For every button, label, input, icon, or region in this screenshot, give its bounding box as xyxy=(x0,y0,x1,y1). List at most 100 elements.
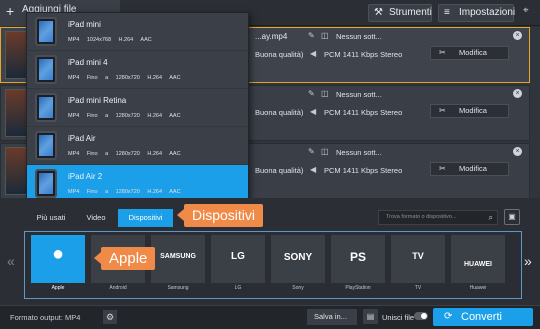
merge-toggle[interactable] xyxy=(414,312,428,320)
audio-select[interactable]: PCM 1411 Kbps Stereo xyxy=(324,108,402,117)
device-label: LG xyxy=(234,285,242,291)
tab-video[interactable]: Video xyxy=(76,209,116,227)
device-label: Sony xyxy=(292,285,304,291)
dropdown-item[interactable]: iPad mini MP4 1024x768 H.264 AAC xyxy=(27,13,248,51)
tab-popular[interactable]: Più usati xyxy=(26,209,76,227)
apple-callout: Apple xyxy=(93,247,156,270)
tab-devices[interactable]: Dispositivi xyxy=(118,209,173,227)
pencil-icon[interactable]: ✎ xyxy=(308,31,315,40)
tv-logo: TV xyxy=(412,251,424,261)
model-spec: MP4 1024x768 H.264 AAC xyxy=(68,37,152,43)
pencil-icon[interactable]: ✎ xyxy=(308,147,315,156)
video-thumbnail xyxy=(5,31,27,79)
menu-icon: ≡ xyxy=(444,7,450,18)
quality-select[interactable]: Buona qualità) xyxy=(255,50,303,59)
device-lg[interactable]: LG xyxy=(211,235,265,283)
model-spec: MP4 Fino a 1280x720 H.264 AAC xyxy=(68,75,181,81)
device-playstation[interactable]: PS xyxy=(331,235,385,283)
scissors-icon: ✂ xyxy=(439,164,446,173)
model-name: iPad Air xyxy=(68,134,96,143)
device-sony[interactable]: SONY xyxy=(271,235,325,283)
model-spec: MP4 Fino a 1280x720 H.264 AAC xyxy=(68,189,181,195)
playstation-logo: PS xyxy=(349,250,366,264)
tablet-icon xyxy=(35,55,57,84)
convert-button[interactable]: ⟳ Converti xyxy=(433,308,533,326)
lg-logo: LG xyxy=(231,251,245,262)
save-location-select[interactable]: Salva in... xyxy=(307,309,357,325)
dropdown-item[interactable]: iPad Air MP4 Fino a 1280x720 H.264 AAC xyxy=(27,127,248,165)
subtitles-select[interactable]: Nessun sott... xyxy=(336,32,382,41)
model-name: iPad Air 2 xyxy=(68,172,103,181)
model-name: iPad mini 4 xyxy=(68,58,108,67)
search-placeholder: Trova formato o dispositivo... xyxy=(386,214,457,220)
device-label: PlayStation xyxy=(345,285,371,291)
merge-files-label: Unisci file xyxy=(382,313,415,322)
device-label: TV xyxy=(414,285,422,291)
tools-button[interactable]: ⚒ Strumenti xyxy=(368,4,432,22)
settings-button[interactable]: ≡ Impostazioni xyxy=(438,4,516,22)
device-label: Samsung xyxy=(167,285,189,291)
edit-button[interactable]: ✂ Modifica xyxy=(430,46,509,60)
device-apple[interactable]: ● xyxy=(31,235,85,283)
samsung-logo: SAMSUNG xyxy=(160,253,196,260)
device-label: Huawei xyxy=(469,285,487,291)
device-huawei[interactable]: HUAWEI xyxy=(451,235,505,283)
dropdown-item[interactable]: iPad mini 4 MP4 Fino a 1280x720 H.264 AA… xyxy=(27,51,248,89)
audio-icon: ◀ xyxy=(310,49,317,58)
audio-icon: ◀ xyxy=(310,107,317,116)
edit-button[interactable]: ✂ Modifica xyxy=(430,104,509,118)
pin-icon[interactable]: ⌖ xyxy=(523,5,529,16)
model-spec: MP4 Fino a 1280x720 H.264 AAC xyxy=(68,151,181,157)
tablet-icon xyxy=(35,131,57,160)
audio-select[interactable]: PCM 1411 Kbps Stereo xyxy=(324,166,402,175)
audio-select[interactable]: PCM 1411 Kbps Stereo xyxy=(324,50,402,59)
tablet-icon xyxy=(35,169,57,198)
bottom-bar: Formato output: MP4 ⚙ Salva in... ▤ Unis… xyxy=(0,305,540,329)
scissors-icon: ✂ xyxy=(439,48,446,57)
subtitles-select[interactable]: Nessun sott... xyxy=(336,148,382,157)
audio-icon: ◀ xyxy=(310,165,317,174)
tools-label: Strumenti xyxy=(389,7,432,18)
tablet-icon xyxy=(35,17,57,46)
apple-logo-icon: ● xyxy=(51,243,65,265)
device-tv[interactable]: TV xyxy=(391,235,445,283)
folder-icon[interactable]: ▤ xyxy=(363,309,378,324)
model-name: iPad mini xyxy=(68,20,101,29)
detect-device-icon[interactable]: ▣ xyxy=(504,209,520,225)
dropdown-item[interactable]: iPad mini Retina MP4 Fino a 1280x720 H.2… xyxy=(27,89,248,127)
devices-callout: Dispositivi xyxy=(176,204,264,227)
quality-select[interactable]: Buona qualità) xyxy=(255,108,303,117)
device-list: ● Apple Android SAMSUNG Samsung LG LG SO… xyxy=(24,231,522,299)
settings-label: Impostazioni xyxy=(459,7,516,18)
video-thumbnail xyxy=(5,89,27,137)
format-search-input[interactable]: Trova formato o dispositivo... ⌕ xyxy=(378,210,498,225)
tablet-icon xyxy=(35,93,57,122)
model-name: iPad mini Retina xyxy=(68,96,127,105)
close-icon[interactable]: × xyxy=(513,31,522,40)
subtitles-icon: ◫ xyxy=(321,31,329,40)
pencil-icon[interactable]: ✎ xyxy=(308,89,315,98)
refresh-icon: ⟳ xyxy=(444,311,453,322)
plus-icon: + xyxy=(6,3,15,19)
model-spec: MP4 Fino a 1280x720 H.264 AAC xyxy=(68,113,181,119)
video-thumbnail xyxy=(5,147,27,195)
search-icon: ⌕ xyxy=(488,213,493,222)
edit-label: Modifica xyxy=(459,106,487,115)
quality-select[interactable]: Buona qualità) xyxy=(255,166,303,175)
subtitles-icon: ◫ xyxy=(321,89,329,98)
dropdown-item-selected[interactable]: iPad Air 2 MP4 Fino a 1280x720 H.264 AAC xyxy=(27,165,248,201)
format-panel: Più usati Video Dispositivi Dispositivi … xyxy=(0,198,540,305)
huawei-logo: HUAWEI xyxy=(464,261,492,268)
close-icon[interactable]: × xyxy=(513,89,522,98)
sony-logo: SONY xyxy=(283,252,313,263)
device-samsung[interactable]: SAMSUNG xyxy=(151,235,205,283)
gear-icon[interactable]: ⚙ xyxy=(103,310,117,324)
scissors-icon: ✂ xyxy=(439,106,446,115)
subtitles-select[interactable]: Nessun sott... xyxy=(336,90,382,99)
close-icon[interactable]: × xyxy=(513,147,522,156)
edit-label: Modifica xyxy=(459,164,487,173)
edit-label: Modifica xyxy=(459,48,487,57)
edit-button[interactable]: ✂ Modifica xyxy=(430,162,509,176)
chevron-right-icon[interactable]: » xyxy=(524,253,532,269)
chevron-left-icon[interactable]: « xyxy=(7,253,15,269)
